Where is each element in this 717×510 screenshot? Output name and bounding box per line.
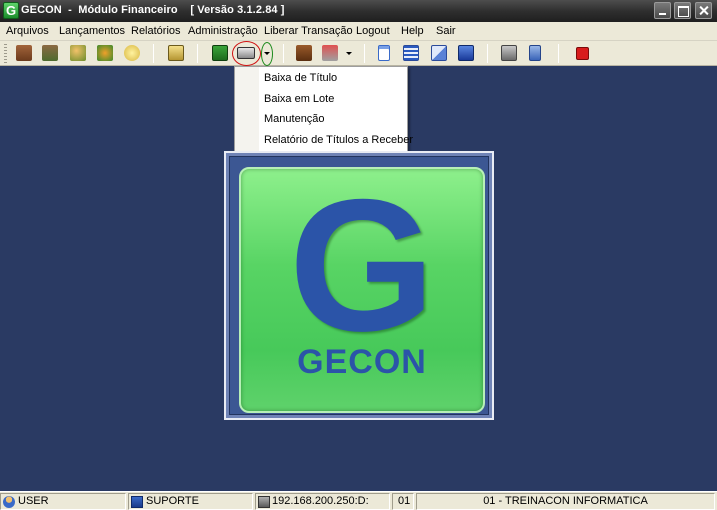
status-company-code-text: 01: [398, 495, 411, 507]
toolbar-grip[interactable]: [4, 44, 7, 63]
status-bar: USER SUPORTE 192.168.200.250:D: 01 01 - …: [0, 491, 717, 510]
user-icon: [3, 496, 15, 508]
stamp-icon[interactable]: [322, 45, 338, 61]
calculator-icon[interactable]: [168, 45, 184, 61]
menu-help[interactable]: Help: [401, 25, 424, 37]
minimize-button[interactable]: [654, 2, 671, 19]
folders-icon[interactable]: [42, 45, 58, 61]
person-edit-icon[interactable]: [70, 45, 86, 61]
status-server: 192.168.200.250:D:: [255, 493, 390, 510]
menu-bar: Arquivos Lançamentos Relatórios Administ…: [0, 22, 717, 41]
gecon-logo: G GECON: [239, 167, 485, 413]
document-icon[interactable]: [378, 45, 390, 61]
toolbar-separator: [364, 44, 365, 63]
logo-panel: G GECON: [224, 151, 494, 420]
list-icon[interactable]: [403, 45, 419, 61]
copy-icon[interactable]: [431, 45, 447, 61]
status-company: 01 - TREINACON INFORMATICA: [416, 493, 715, 510]
status-company-code: 01: [392, 493, 414, 510]
highlight-circle-green: [261, 42, 273, 66]
toolbar-separator: [283, 44, 284, 63]
menu-icon-strip: [235, 67, 259, 151]
highlight-circle-red: [232, 41, 261, 66]
status-user: USER: [0, 493, 126, 510]
app-logo-icon: G: [3, 2, 19, 19]
power-icon[interactable]: [576, 47, 589, 60]
status-department: SUPORTE: [128, 493, 253, 510]
menu-sair[interactable]: Sair: [436, 25, 456, 37]
status-user-text: USER: [18, 495, 49, 507]
toolbar: [0, 41, 717, 66]
logo-background: G GECON: [229, 156, 489, 415]
menu-lancamentos[interactable]: Lançamentos: [59, 25, 125, 37]
computer-icon: [131, 496, 143, 508]
logo-letter: G: [288, 167, 436, 370]
title-bar: G GECON - Módulo Financeiro [ Versão 3.1…: [0, 0, 717, 22]
chevron-down-icon[interactable]: [346, 52, 352, 55]
status-company-text: 01 - TREINACON INFORMATICA: [483, 495, 648, 507]
books-icon[interactable]: [16, 45, 32, 61]
menu-logout[interactable]: Logout: [356, 25, 390, 37]
menu-item-manutencao[interactable]: Manutenção: [264, 113, 325, 125]
toolbar-separator: [197, 44, 198, 63]
window-title: GECON - Módulo Financeiro [ Versão 3.1.2…: [21, 4, 285, 16]
menu-item-relatorio-titulos[interactable]: Relatório de Títulos a Receber: [264, 134, 413, 146]
maximize-button[interactable]: [674, 2, 691, 19]
menu-item-baixa-lote[interactable]: Baixa em Lote: [264, 93, 334, 105]
toolbar-separator: [487, 44, 488, 63]
menu-item-baixa-titulo[interactable]: Baixa de Título: [264, 72, 337, 84]
toolbar-separator: [558, 44, 559, 63]
coins-icon[interactable]: [124, 45, 140, 61]
phone-icon[interactable]: [529, 45, 541, 61]
close-button[interactable]: [695, 2, 712, 19]
windows-icon[interactable]: [458, 45, 474, 61]
recycle-icon[interactable]: [97, 45, 113, 61]
toolbar-separator: [153, 44, 154, 63]
logo-wordmark: GECON: [297, 343, 427, 381]
menu-relatorios[interactable]: Relatórios: [131, 25, 181, 37]
status-server-text: 192.168.200.250:D:: [272, 495, 369, 507]
dropdown-menu: Baixa de Título Baixa em Lote Manutenção…: [234, 66, 413, 152]
printer-icon[interactable]: [501, 45, 517, 61]
briefcase-icon[interactable]: [296, 45, 312, 61]
menu-administracao[interactable]: Administração: [188, 25, 258, 37]
server-icon: [258, 496, 270, 508]
money-icon[interactable]: [212, 45, 228, 61]
menu-liberar-transacao[interactable]: Liberar Transação: [264, 25, 353, 37]
menu-arquivos[interactable]: Arquivos: [6, 25, 49, 37]
status-department-text: SUPORTE: [146, 495, 199, 507]
